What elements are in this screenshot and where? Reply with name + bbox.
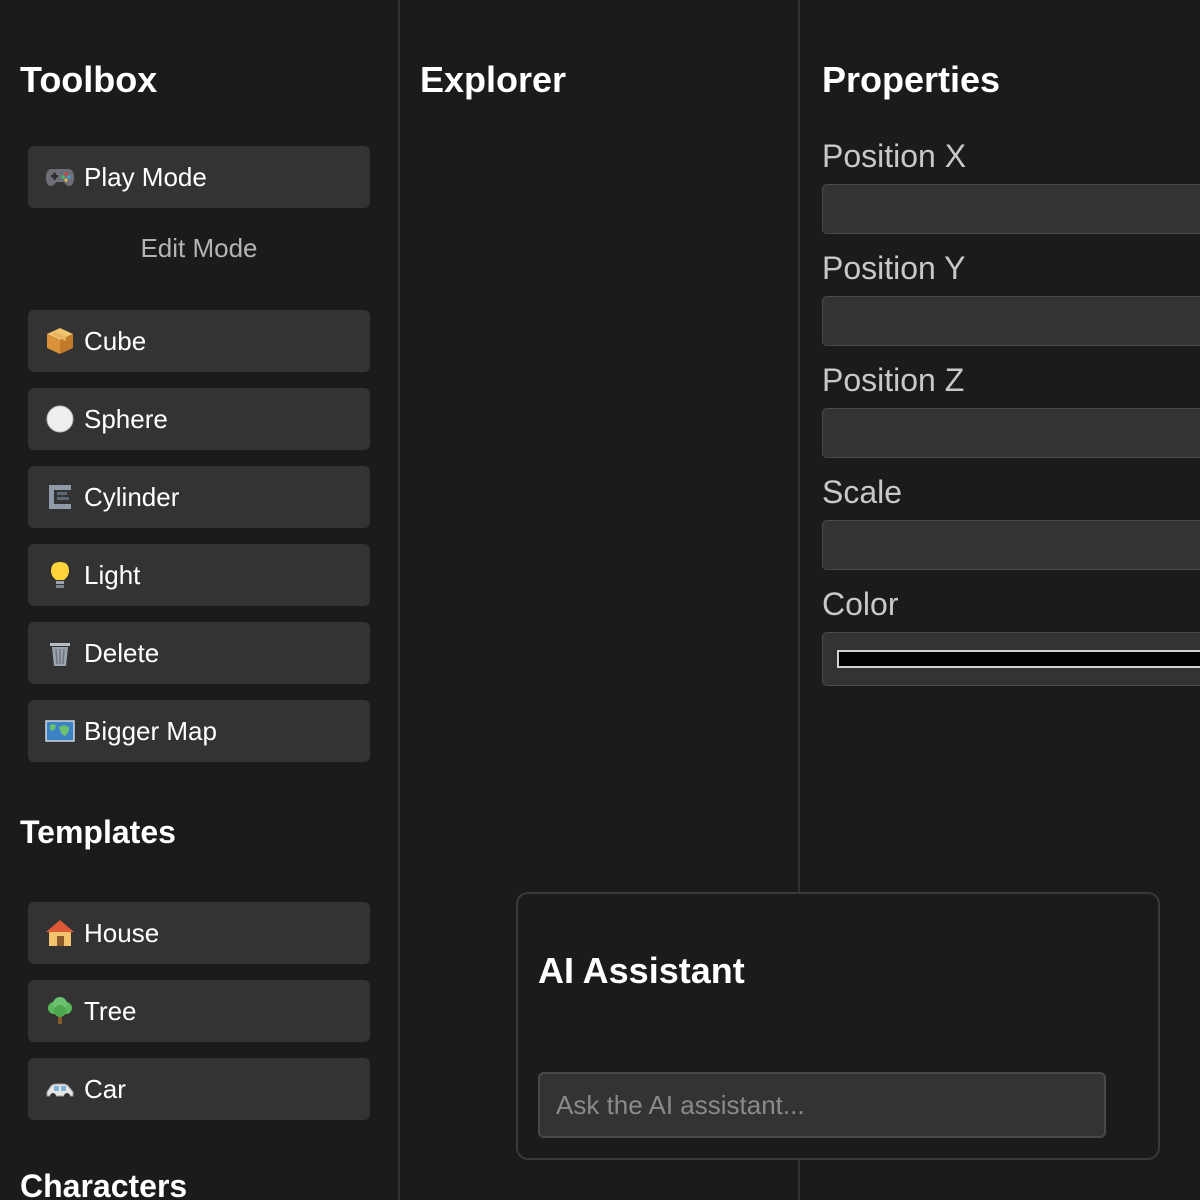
characters-title: Characters [20,1168,188,1200]
house-label: House [84,917,160,948]
cylinder-clamp-icon [44,481,76,513]
trash-icon [44,637,76,669]
tree-icon [44,995,76,1027]
cylinder-button[interactable]: Cylinder [28,466,370,528]
lightbulb-icon [44,559,76,591]
studio-app: Toolbox Play Mode Edit Mode Cube Sphere … [0,0,1200,1200]
ai-assistant-panel: AI Assistant [516,892,1160,1160]
tree-label: Tree [84,995,137,1026]
position-z-input[interactable] [822,408,1200,458]
position-y-input[interactable] [822,296,1200,346]
properties-title: Properties [822,59,1001,100]
delete-label: Delete [84,637,160,668]
play-mode-button[interactable]: Play Mode [28,146,370,208]
house-template-button[interactable]: House [28,902,370,964]
position-x-label: Position X [822,138,967,174]
position-y-label: Position Y [822,250,966,286]
tree-template-button[interactable]: Tree [28,980,370,1042]
color-swatch[interactable] [837,650,1200,668]
position-x-input[interactable] [822,184,1200,234]
scale-label: Scale [822,474,903,510]
car-label: Car [84,1073,126,1104]
delete-button[interactable]: Delete [28,622,370,684]
cylinder-label: Cylinder [84,481,180,512]
car-icon [44,1073,76,1105]
bigger-map-button[interactable]: Bigger Map [28,700,370,762]
color-input[interactable] [822,632,1200,686]
cube-button[interactable]: Cube [28,310,370,372]
cube-label: Cube [84,325,147,356]
house-icon [44,917,76,949]
world-map-icon [44,715,76,747]
bigger-map-label: Bigger Map [84,715,217,746]
explorer-title: Explorer [420,59,567,100]
templates-title: Templates [20,814,176,850]
sphere-label: Sphere [84,403,168,434]
ai-assistant-input[interactable] [538,1072,1106,1138]
ai-assistant-title: AI Assistant [538,950,745,991]
toolbox-title: Toolbox [20,59,158,100]
position-z-label: Position Z [822,362,965,398]
edit-mode-button[interactable]: Edit Mode [28,222,370,274]
play-mode-label: Play Mode [84,161,207,192]
light-label: Light [84,559,141,590]
gamepad-icon [44,161,76,193]
light-button[interactable]: Light [28,544,370,606]
scale-input[interactable] [822,520,1200,570]
sphere-button[interactable]: Sphere [28,388,370,450]
color-label: Color [822,586,899,622]
toolbox-panel: Toolbox Play Mode Edit Mode Cube Sphere … [0,0,400,1200]
white-circle-icon [44,403,76,435]
package-icon [44,325,76,357]
car-template-button[interactable]: Car [28,1058,370,1120]
